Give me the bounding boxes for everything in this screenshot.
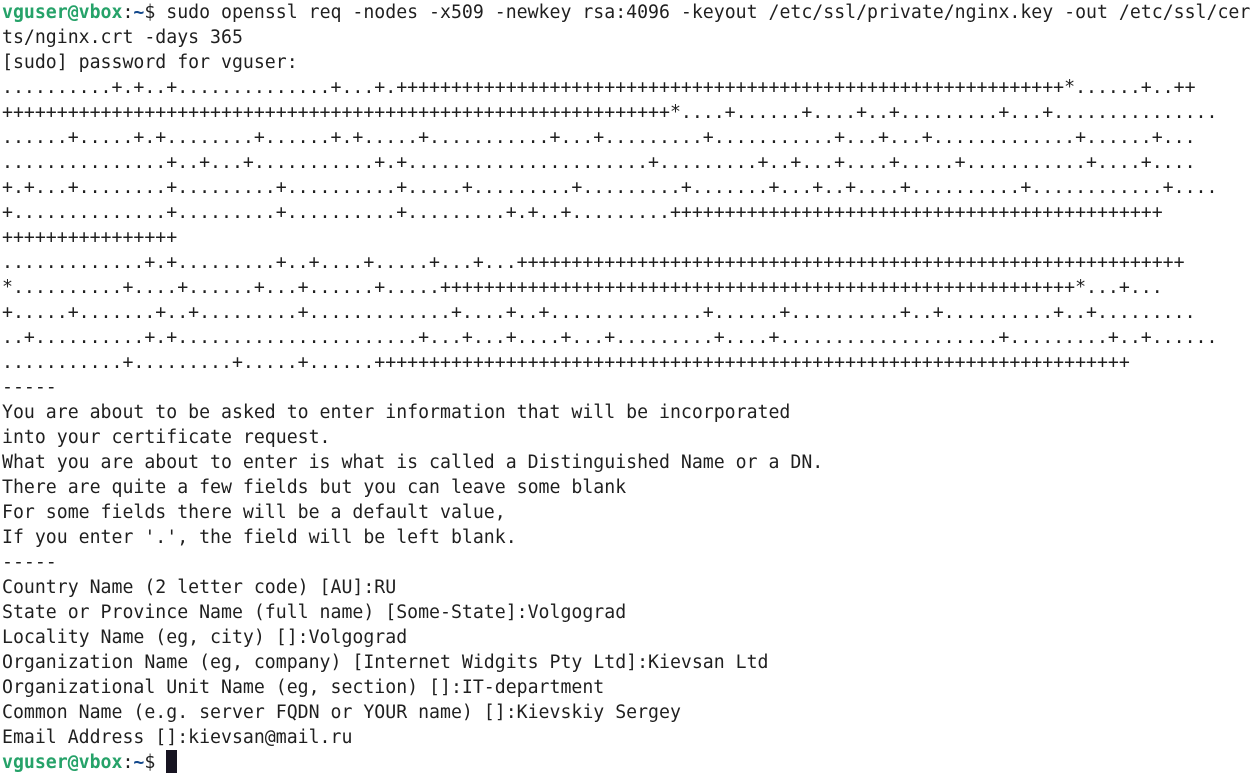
prompt-user-host: vguser@vbox (2, 752, 123, 773)
output-line: Organization Name (eg, company) [Interne… (2, 652, 769, 673)
output-line: ++++++++++++++++++++++++++++++++++++++++… (2, 102, 1218, 123)
output-line: ----- (2, 377, 57, 398)
command-line: vguser@vbox:~$ sudo openssl req -nodes -… (2, 0, 1255, 25)
output-line: [sudo] password for vguser: (2, 52, 298, 73)
output-line: For some fields there will be a default … (2, 502, 506, 523)
prompt-user-host: vguser@vbox (2, 2, 123, 23)
output-line: If you enter '.', the field will be left… (2, 527, 517, 548)
output-line: ..........+.+..+..............+...+.++++… (2, 77, 1196, 98)
current-prompt-line[interactable]: vguser@vbox:~$ (2, 750, 1255, 775)
terminal-window[interactable]: vguser@vbox:~$ sudo openssl req -nodes -… (0, 0, 1255, 777)
output-line: into your certificate request. (2, 427, 331, 448)
output-line: .............+.+.........+..+....+.....+… (2, 252, 1185, 273)
output-line: Organizational Unit Name (eg, section) [… (2, 677, 605, 698)
output-line: Common Name (e.g. server FQDN or YOUR na… (2, 702, 681, 723)
prompt-path: ~ (133, 2, 145, 23)
output-line: ----- (2, 552, 57, 573)
command-text: sudo openssl req -nodes -x509 -newkey rs… (166, 2, 1251, 23)
output-line: Email Address []:kievsan@mail.ru (2, 727, 353, 748)
prompt-path: ~ (133, 752, 145, 773)
output-line: ..+..........+.+......................+.… (2, 327, 1218, 348)
output-line: ......+.....+.+........+......+.+.....+.… (2, 127, 1196, 148)
output-line: ...............+..+...+...........+.+...… (2, 152, 1196, 173)
prompt-separator: : (122, 2, 134, 23)
output-line: *..........+....+......+...+......+.....… (2, 277, 1163, 298)
prompt-symbol: $ (144, 2, 167, 23)
text-cursor[interactable] (166, 750, 178, 773)
prompt-symbol: $ (144, 752, 167, 773)
prompt-separator: : (122, 752, 134, 773)
output-line: +..............+.........+..........+...… (2, 202, 1163, 223)
output-line: You are about to be asked to enter infor… (2, 402, 791, 423)
output-line: There are quite a few fields but you can… (2, 477, 627, 498)
output-line: State or Province Name (full name) [Some… (2, 602, 627, 623)
output-line: What you are about to enter is what is c… (2, 452, 824, 473)
output-line: +.....+.......+..+.........+............… (2, 302, 1196, 323)
output-line: +.+...+........+.........+..........+...… (2, 177, 1218, 198)
output-line: ts/nginx.crt -days 365 (2, 27, 243, 48)
output-line: Locality Name (eg, city) []:Volgograd (2, 627, 408, 648)
output-line: Country Name (2 letter code) [AU]:RU (2, 577, 397, 598)
output-line: ...........+.........+.....+......++++++… (2, 352, 1130, 373)
output-line: ++++++++++++++++ (2, 227, 178, 248)
